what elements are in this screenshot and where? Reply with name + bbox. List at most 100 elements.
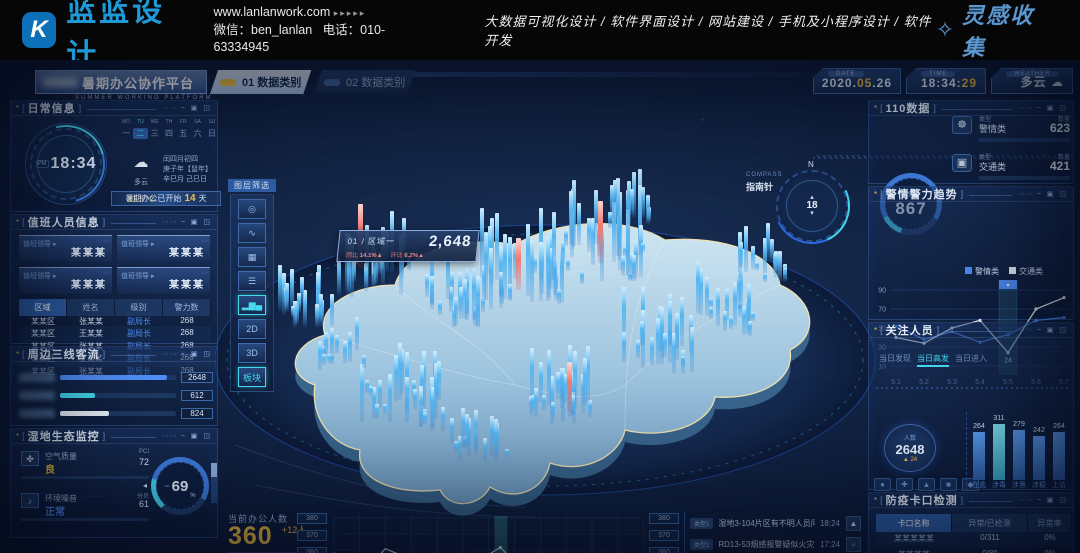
passenger-row: 824: [19, 407, 213, 419]
office-y-tick: 360: [297, 547, 327, 553]
compass-widget[interactable]: ▴ 18 ▾: [776, 170, 848, 242]
110-item-交通类: ▣类型交通类数量421: [952, 152, 1070, 184]
focus-bar-category: 涉黑: [1009, 480, 1029, 490]
alert-row[interactable]: 类型1湿地3-104片区有不明人员闯入18:24: [690, 516, 840, 531]
minimize-icon: −: [181, 105, 187, 112]
panel-window-icons[interactable]: − ▣ ◳: [181, 432, 212, 440]
panel-window-icons[interactable]: − ▣ ◳: [1037, 190, 1068, 198]
sparkle-icon: ✧: [936, 17, 954, 43]
tab-label: 01 数据类别: [242, 74, 301, 90]
weekday-fr: FR五: [176, 119, 190, 139]
panel-window-icons[interactable]: − ▣ ◳: [1037, 104, 1068, 112]
eco-metric-2: ♪环境噪音·······分贝61正常: [21, 493, 149, 523]
focus-tab-3[interactable]: 当日进入: [955, 353, 987, 364]
focus-bar-涉黑: [1013, 430, 1025, 480]
eco-gauge: −69%: [151, 457, 209, 515]
layer-button-pin[interactable]: ◎: [238, 199, 266, 219]
inspiration-collect[interactable]: ✧ 灵感收集: [936, 0, 1052, 62]
dashboard: + + + 暑期办公协作平台 SUMMER WO: [0, 60, 1080, 553]
panel-duty-staff: *[值班人员信息]⋯⋯− ▣ ◳ 值班领导 ▸⋯某某某值班领导 ▸⋯某某某值班领…: [10, 214, 218, 344]
tab-data-category-2[interactable]: 02 数据类别: [314, 70, 415, 94]
panel-title: 湿地生态监控: [28, 428, 100, 444]
date-value: 2020.05.26: [822, 76, 892, 90]
checkpoint-row[interactable]: 某某某某0/890%: [876, 546, 1072, 553]
panel-title: 防疫卡口检测: [886, 492, 958, 508]
tab-data-category-1[interactable]: 01 数据类别: [210, 70, 311, 94]
passenger-row: 2648: [19, 371, 213, 383]
panel-window-icons[interactable]: − ▣ ◳: [181, 350, 212, 358]
tab-cap-icon: [220, 79, 236, 86]
brand-contact: www.lanlanwork.com ▸▸▸▸▸ 微信：ben_lanlan 电…: [214, 4, 430, 56]
focus-bar-value: 311: [989, 415, 1009, 422]
layer-button-bar-chart[interactable]: ▂▆▄: [238, 295, 266, 315]
checkpoint-row[interactable]: 某某某某某0/3110%: [876, 530, 1072, 547]
caret-down-icon: ▾: [810, 210, 814, 218]
layer-button-list[interactable]: ☰: [238, 271, 266, 291]
focus-delta: ▲ 24: [903, 457, 917, 463]
brand-logo-icon: K: [22, 12, 56, 48]
eco-metric-1: ✤空气质量·······PCI72良: [21, 451, 149, 481]
duty-leader-card[interactable]: 值班领导 ▸⋯某某某: [117, 267, 210, 294]
tab-label: 02 数据类别: [346, 74, 405, 90]
tooltip-region: 01 / 区域一: [347, 236, 396, 247]
layer-button-2d[interactable]: 2D: [238, 319, 266, 339]
layer-filter-label: 图层筛选: [228, 179, 276, 192]
focus-tab-1[interactable]: 当日发现: [879, 353, 911, 364]
map-tooltip: 01 / 区域一 2,648 同比 14.1%▲ 环比 6.2%▲: [336, 230, 479, 262]
weather-value: 多云 ☁: [1021, 73, 1064, 90]
brand-banner: K 蓝蓝设计 www.lanlanwork.com ▸▸▸▸▸ 微信：ben_l…: [0, 0, 1080, 60]
services-list: 大数据可视化设计 / 软件界面设计 / 网站建设 / 手机及小程序设计 / 软件…: [484, 11, 935, 49]
focus-bar-category: 涉稳: [1029, 480, 1049, 490]
focus-bar-涉稳: [1033, 436, 1045, 480]
panel-window-icons[interactable]: − ▣ ◳: [1037, 496, 1068, 504]
panel-window-icons[interactable]: − ▣ ◳: [1037, 326, 1068, 334]
focus-icon-3[interactable]: ▲: [918, 478, 935, 491]
focus-icon-2[interactable]: ✚: [896, 478, 913, 491]
focus-tab-2[interactable]: 当日高发: [917, 353, 949, 367]
legend-交通类: 交通类: [1009, 266, 1043, 277]
time-box: TIME 18:34:29: [906, 68, 986, 94]
gauge-slider[interactable]: [211, 463, 217, 503]
gauge-left-arrow[interactable]: ◂: [143, 481, 147, 490]
focus-bar-category: 上访: [1049, 480, 1069, 490]
focus-bar-category: 在逃: [969, 480, 989, 490]
tooltip-value: 2,648: [428, 233, 472, 250]
weekday-su: SU日: [205, 119, 219, 139]
alert-row[interactable]: 类型2RD13-53烟感报警疑似火灾17:24: [690, 537, 840, 552]
panel-window-icons[interactable]: − ▣ ◳: [181, 218, 212, 226]
focus-icon-1[interactable]: ●: [874, 478, 891, 491]
cloud-icon: ☁: [1051, 75, 1064, 89]
compass-value: 18: [806, 202, 817, 210]
compass-label-cn: 指南针: [746, 180, 773, 193]
alert-scroll-up[interactable]: ▲: [846, 516, 861, 531]
focus-bar-value: 264: [969, 423, 989, 430]
duty-leader-card[interactable]: 值班领导 ▸⋯某某某: [19, 267, 112, 294]
metric-icon: ✤: [21, 451, 39, 466]
website-link[interactable]: www.lanlanwork.com: [214, 5, 331, 19]
platform-title: 暑期办公协作平台: [35, 70, 207, 94]
expand-icon: ◳: [203, 105, 212, 112]
date-box: DATE 2020.05.26: [813, 68, 901, 94]
time-value: 18:34:29: [921, 76, 977, 90]
clock-time: 18:34: [51, 155, 97, 173]
focus-icon-4[interactable]: ■: [940, 478, 957, 491]
layer-button-signal[interactable]: ∿: [238, 223, 266, 243]
duty-leader-card[interactable]: 值班领导 ▸⋯某某某: [19, 235, 112, 262]
weekday-mo: MO一: [119, 119, 133, 139]
layer-button-grid[interactable]: ▦: [238, 247, 266, 267]
duty-leader-card[interactable]: 值班领导 ▸⋯某某某: [117, 235, 210, 262]
window-icon: ▣: [191, 105, 200, 112]
layer-button-3d[interactable]: 3D: [238, 343, 266, 363]
weekday-th: TH四: [162, 119, 176, 139]
clock-meridiem: PM: [36, 160, 49, 168]
focus-category-icons: ●✚▲■◆: [874, 478, 979, 491]
panel-window-icons[interactable]: − ▣ ◳: [181, 104, 212, 112]
alert-scroll-dot[interactable]: ●: [846, 537, 861, 552]
legend-警情类: 警情类: [965, 266, 999, 277]
svg-text:90: 90: [878, 288, 886, 295]
tooltip-pointer: [372, 262, 373, 274]
weekday-we: WE三: [148, 119, 162, 139]
layer-button-block[interactable]: 板块: [238, 367, 266, 387]
office-y-tick: 370: [649, 530, 679, 541]
lunar-line: 辛巳月 己巳日: [163, 175, 212, 185]
